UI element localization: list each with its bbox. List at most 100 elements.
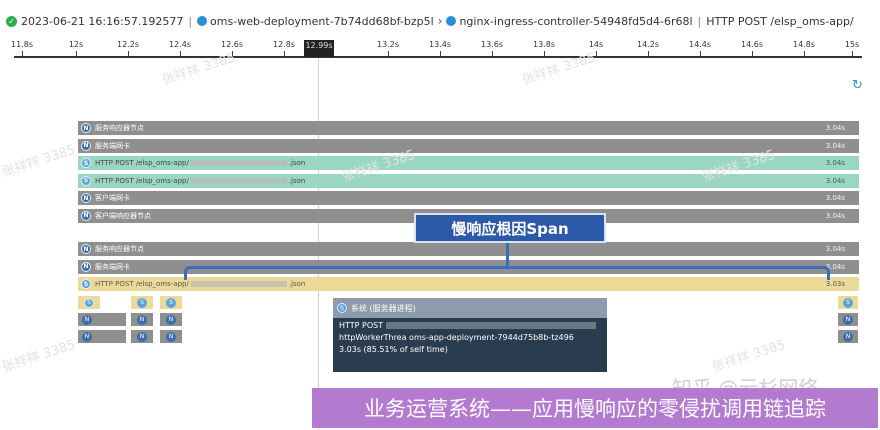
success-check-icon: ✓ bbox=[6, 15, 17, 27]
span-n-icon: N bbox=[81, 123, 91, 133]
ruler-tick bbox=[544, 51, 545, 56]
ruler-tick-label: 13.6s bbox=[481, 40, 503, 49]
span-label: HTTP POST /elsp_oms-app/ bbox=[95, 280, 189, 288]
child-span[interactable]: N bbox=[78, 313, 126, 326]
ruler-tick bbox=[284, 51, 285, 56]
ruler-tick-label: 13.8s bbox=[533, 40, 555, 49]
tooltip-duration: 3.03s (85.51% of self time) bbox=[339, 345, 448, 354]
child-span[interactable]: N bbox=[838, 330, 858, 343]
span-n-icon: N bbox=[166, 314, 176, 325]
ruler-tick-label: 12.8s bbox=[273, 40, 295, 49]
span-label: HTTP POST /elsp_oms-app/ bbox=[95, 176, 189, 185]
caption-banner: 业务运营系统——应用慢响应的零侵扰调用链追踪 bbox=[312, 388, 878, 428]
ruler-tick bbox=[76, 51, 77, 56]
span-tooltip: S 系统 (服务器进程) HTTP POST httpWorkerThrea o… bbox=[333, 298, 607, 372]
span-n-icon: N bbox=[137, 331, 147, 342]
redacted-block bbox=[386, 322, 597, 329]
child-span[interactable]: N bbox=[838, 313, 858, 326]
root-cause-callout: 慢响应根因Span bbox=[414, 213, 606, 243]
span-n-icon: N bbox=[81, 140, 91, 151]
span-n-icon: N bbox=[166, 331, 176, 342]
span-n-icon: N bbox=[843, 331, 853, 342]
ruler-tick-label: 13.2s bbox=[377, 40, 399, 49]
child-span[interactable]: N bbox=[78, 330, 126, 343]
span-bar[interactable]: N 服务响应器节点 3.04s bbox=[78, 121, 859, 135]
watermark: 张祥祥 3385 bbox=[0, 142, 78, 181]
ruler-tick bbox=[752, 51, 753, 56]
breadcrumb-service[interactable]: oms-web-deployment-7b74dd68bf-bzp5l bbox=[210, 15, 434, 28]
timeline-ruler[interactable]: 11.8s 12s 12.2s 12.4s 12.6s 12.8s 13.2s 13.4s 13… bbox=[11, 40, 862, 64]
child-span[interactable]: N bbox=[131, 313, 153, 326]
ruler-tick-label: 14.4s bbox=[689, 40, 711, 49]
ruler-tick-label: 15s bbox=[844, 40, 860, 49]
ruler-cursor-label[interactable]: 12.99s bbox=[304, 40, 334, 57]
ruler-tick bbox=[180, 51, 181, 56]
span-n-icon: N bbox=[843, 314, 853, 325]
breadcrumb-separator: | bbox=[188, 14, 193, 28]
child-span[interactable]: S bbox=[160, 296, 182, 309]
span-duration: 3.04s bbox=[825, 124, 845, 132]
watermark: 张祥祥 3385 bbox=[710, 337, 788, 376]
span-duration: 3.04s bbox=[825, 176, 845, 185]
redacted-block bbox=[190, 177, 287, 184]
ruler-tick-label: 14.8s bbox=[793, 40, 815, 49]
refresh-icon[interactable]: ↻ bbox=[852, 78, 863, 93]
callout-brace bbox=[184, 266, 830, 280]
span-n-icon: N bbox=[81, 193, 91, 203]
span-label: HTTP POST /elsp_oms-app/ bbox=[95, 159, 189, 167]
ruler-tick-label: 12.4s bbox=[169, 40, 191, 49]
span-duration: 3.04s bbox=[825, 194, 845, 202]
ruler-tick-label: 13.4s bbox=[429, 40, 451, 49]
child-span[interactable]: N bbox=[160, 330, 182, 343]
span-n-icon: N bbox=[82, 314, 92, 325]
span-s-icon: S bbox=[843, 297, 853, 308]
child-span[interactable]: S bbox=[838, 296, 858, 309]
tooltip-header: S 系统 (服务器进程) bbox=[333, 298, 607, 318]
span-s-icon: S bbox=[81, 279, 91, 289]
ruler-tick bbox=[648, 51, 649, 56]
trace-view: ✓ 2023-06-21 16:16:57.192577 | oms-web-d… bbox=[0, 0, 880, 430]
pod-icon bbox=[197, 16, 208, 26]
span-bar[interactable]: S HTTP POST /elsp_oms-app/ .json 3.04s bbox=[78, 173, 859, 188]
ruler-tick bbox=[492, 51, 493, 56]
child-span[interactable]: S bbox=[131, 296, 153, 309]
ruler-tick-label: 12s bbox=[68, 40, 84, 49]
span-n-icon: N bbox=[137, 314, 147, 325]
ruler-tick-label: 14.6s bbox=[741, 40, 763, 49]
child-span[interactable]: N bbox=[131, 330, 153, 343]
ruler-tick bbox=[128, 51, 129, 56]
tooltip-method: HTTP POST bbox=[339, 321, 384, 330]
breadcrumb-controller[interactable]: nginx-ingress-controller-54948fd5d4-6r68… bbox=[459, 15, 692, 28]
child-span[interactable]: S bbox=[78, 296, 100, 309]
span-s-icon: S bbox=[137, 297, 147, 308]
redacted-block bbox=[190, 281, 287, 287]
span-duration: 3.04s bbox=[825, 141, 845, 150]
ruler-tick bbox=[700, 51, 701, 56]
ruler-tick bbox=[852, 51, 853, 56]
watermark: 张祥祥 3385 bbox=[0, 337, 78, 376]
span-label-suffix: .json bbox=[288, 159, 306, 167]
ruler-tick bbox=[596, 51, 597, 56]
span-s-icon: S bbox=[81, 175, 91, 186]
child-span[interactable]: N bbox=[160, 313, 182, 326]
span-duration: 3.04s bbox=[825, 245, 845, 253]
span-bar[interactable]: N 服务响应器节点 3.04s bbox=[78, 242, 859, 256]
span-label-suffix: .json bbox=[288, 280, 306, 288]
span-label: 客户端网卡 bbox=[95, 194, 130, 202]
ruler-tick bbox=[388, 51, 389, 56]
span-label: 客户端响应器节点 bbox=[95, 211, 151, 220]
breadcrumb-request[interactable]: HTTP POST /elsp_oms-app/ bbox=[706, 15, 853, 28]
span-bar[interactable]: N 服务端网卡 3.04s bbox=[78, 138, 859, 153]
pod-icon bbox=[446, 16, 457, 26]
ruler-axis bbox=[14, 56, 862, 58]
span-label: 服务端网卡 bbox=[95, 141, 130, 150]
tooltip-row: HTTP POST bbox=[333, 318, 607, 330]
ruler-tick-label: 12.2s bbox=[117, 40, 139, 49]
span-label-suffix: .json bbox=[288, 176, 306, 185]
span-bar[interactable]: N 客户端网卡 3.04s bbox=[78, 191, 859, 205]
span-duration: 3.04s bbox=[825, 159, 845, 167]
span-duration: 3.04s bbox=[825, 211, 845, 220]
span-label: 服务端网卡 bbox=[95, 262, 130, 271]
ruler-tick bbox=[440, 51, 441, 56]
span-n-icon: N bbox=[81, 210, 91, 221]
